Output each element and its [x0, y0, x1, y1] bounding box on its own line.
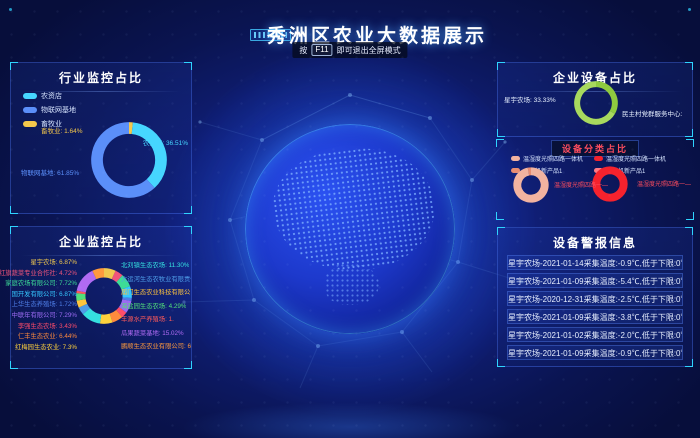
panel-industry-monitor: 行业监控占比 农资店 物联网基地 畜牧业 畜牧业: 1.64% 农资店: 36.…	[10, 62, 192, 214]
enterprise-labels-right: 北刘镇生态农场: 11.30% 大运河生态农牧业有限责任公 届门生态农业科技有限…	[121, 262, 191, 351]
device-donut-chart[interactable]	[573, 80, 619, 126]
chart-label: 北刘镇生态农场: 11.30%	[121, 262, 189, 270]
divider	[21, 255, 181, 256]
corner-dot-right	[688, 8, 691, 11]
legend-swatch	[23, 121, 37, 127]
alarm-row: 星宇农场-2021-01-09采集温度:-3.8℃,低于下限:0℃	[507, 309, 683, 324]
panel-enterprise-monitor: 企业监控占比 星宇农场: 6.87% 红旗蔬菜专业合作社: 4.72% 家庭农场…	[10, 226, 192, 369]
chart-label: 星宇农场: 6.87%	[30, 259, 77, 267]
chart-label: 上华生态养殖场: 1.72%	[12, 301, 77, 309]
industry-legend: 农资店 物联网基地 畜牧业	[23, 91, 76, 129]
industry-label-store: 农资店: 36.51%	[143, 137, 188, 147]
chart-label: 红梅园生态农业: 7.3%	[15, 344, 77, 352]
panel-enterprise-device: 企业设备占比 星宇农场: 33.33% 民主村党群服务中心:	[497, 62, 693, 137]
legend-label: 物联网基地	[41, 105, 76, 115]
fullscreen-tip-suffix: 即可退出全屏模式	[337, 45, 401, 56]
chart-label: 中联年有限公司: 7.29%	[12, 312, 77, 320]
chart-label: 鹏顺生态农业有限公司: 6.87%	[121, 343, 191, 351]
chart-label: 瓜果蔬菜基地: 15.02%	[121, 330, 184, 338]
alarm-row: 星宇农场-2021-01-14采集温度:-0.9℃,低于下限:0℃	[507, 255, 683, 270]
legend-label: 温湿度光照四路一体机	[523, 154, 583, 163]
legend-item-store[interactable]: 农资店	[23, 91, 76, 101]
globe-continent-south	[325, 263, 380, 305]
chart-label: 国开发有限公司: 6.87%	[12, 291, 77, 299]
industry-label-iot: 物联网基地: 61.85%	[21, 167, 79, 177]
legend-swatch	[23, 107, 37, 113]
classify-pointer-left: 温湿度光照四路一—	[554, 180, 608, 189]
panel-device-alarm: 设备警报信息 星宇农场-2021-01-14采集温度:-0.9℃,低于下限:0℃…	[497, 227, 693, 367]
chart-label: 红旗蔬菜专业合作社: 4.72%	[0, 270, 77, 278]
legend-swatch	[594, 156, 603, 161]
f11-keycap: F11	[311, 44, 332, 56]
world-globe	[245, 124, 455, 334]
alarm-row: 星宇农场-2021-01-09采集温度:-0.9℃,低于下限:0℃	[507, 345, 683, 360]
legend-swatch	[23, 93, 37, 99]
section-device-classify: 设备分类占比 温湿度光照四路一体机 一体机新产品1 温湿度光照四路一体机 一体机…	[497, 140, 693, 219]
industry-donut-chart[interactable]	[90, 121, 168, 199]
chart-label: 仁丰生态农业: 6.44%	[18, 333, 77, 341]
chart-label: 家庭农场有限公司: 7.72%	[5, 280, 77, 288]
legend-label: 农资店	[41, 91, 62, 101]
legend-swatch	[511, 156, 520, 161]
legend-item[interactable]: 温湿度光照四路一体机	[511, 154, 583, 163]
classify-donut-left[interactable]	[512, 166, 550, 204]
alarm-row: 星宇农场-2021-01-02采集温度:-2.0℃,低于下限:0℃	[507, 327, 683, 342]
device-label-xingyu: 星宇农场: 33.33%	[504, 94, 556, 104]
industry-label-livestock: 畜牧业: 1.64%	[41, 125, 83, 135]
panel-alarm-title: 设备警报信息	[498, 228, 692, 251]
classify-pointer-right: 温湿度光照四路一—	[637, 179, 691, 188]
panel-enterprise-title: 企业监控占比	[11, 227, 191, 250]
enterprise-labels-left: 星宇农场: 6.87% 红旗蔬菜专业合作社: 4.72% 家庭农场有限公司: 7…	[13, 259, 77, 352]
fullscreen-tip-prefix: 按	[299, 45, 307, 56]
chart-label: 海盐园生态农场: 4.29%	[121, 303, 186, 311]
alarm-row: 星宇农场-2020-12-31采集温度:-2.5℃,低于下限:0℃	[507, 291, 683, 306]
chart-label: 丰源水产养殖场: 1.	[121, 316, 174, 324]
chart-label: 李强生态农场: 3.43%	[18, 323, 77, 331]
device-label-minzhu: 民主村党群服务中心:	[622, 108, 682, 118]
chart-label: 届门生态农业科技有限公	[121, 289, 190, 297]
alarm-row: 星宇农场-2021-01-09采集温度:-5.4℃,低于下限:0℃	[507, 273, 683, 288]
globe-continent	[268, 140, 441, 280]
legend-label: 温湿度光照四路一体机	[606, 154, 666, 163]
alarm-list: 星宇农场-2021-01-14采集温度:-0.9℃,低于下限:0℃ 星宇农场-2…	[498, 255, 692, 363]
fullscreen-tip: 按 F11 即可退出全屏模式	[292, 42, 407, 58]
legend-item[interactable]: 温湿度光照四路一体机	[594, 154, 666, 163]
legend-item-iot[interactable]: 物联网基地	[23, 105, 76, 115]
corner-dot-left	[9, 8, 12, 11]
panel-industry-title: 行业监控占比	[11, 63, 191, 86]
chart-label: 大运河生态农牧业有限责任公	[121, 276, 191, 284]
